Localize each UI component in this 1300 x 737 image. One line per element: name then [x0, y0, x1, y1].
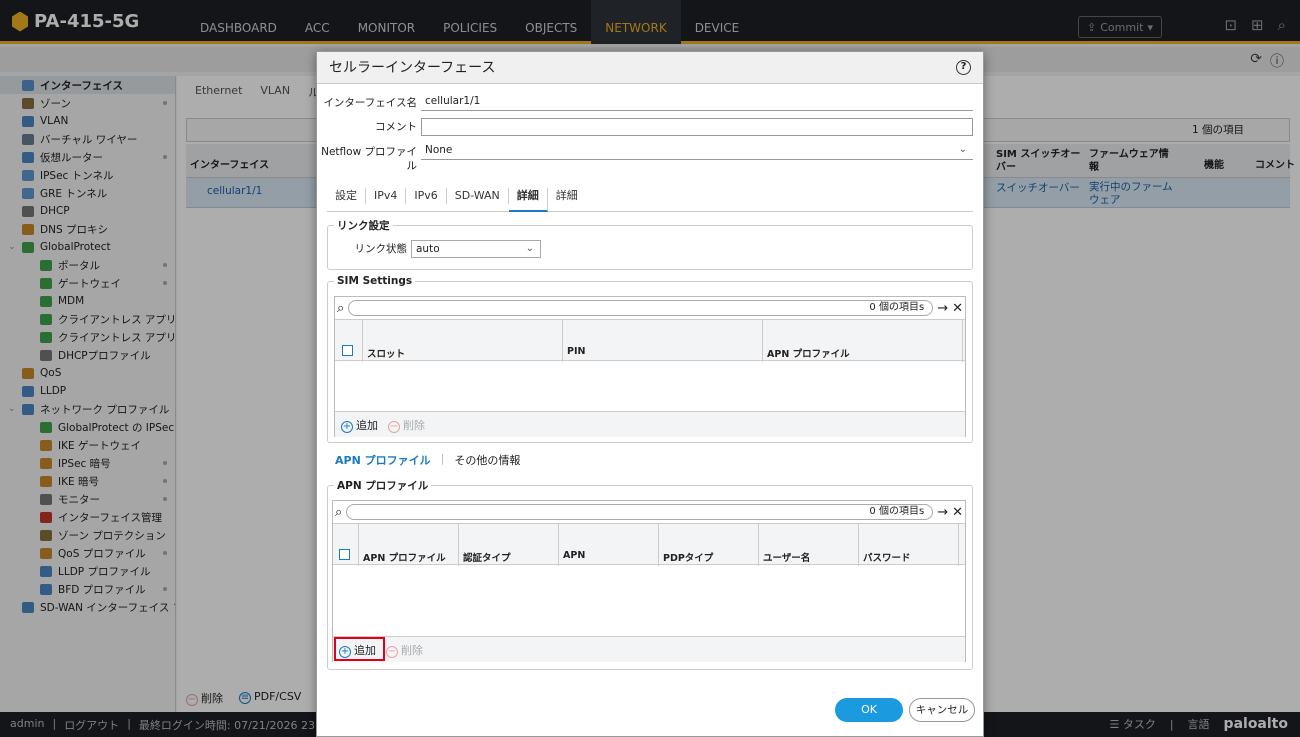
interface-name-field[interactable]: cellular1/1 — [421, 93, 973, 111]
subtab-apn-profile[interactable]: APN プロファイル — [335, 452, 431, 468]
sim-select-all[interactable] — [335, 320, 363, 362]
arrow-right-icon[interactable]: → — [937, 505, 948, 520]
netflow-select[interactable]: None ⌄ — [421, 142, 973, 160]
subtab-other-info[interactable]: その他の情報 — [454, 452, 520, 468]
link-state-value: auto — [416, 243, 440, 255]
dialog-title-bar: セルラーインターフェース ? — [317, 52, 983, 84]
close-icon[interactable]: ✕ — [952, 505, 963, 520]
dialog-tab[interactable]: 詳細 — [548, 188, 586, 204]
sim-grid-footer: + 追加 − 削除 — [335, 411, 965, 437]
link-settings-legend: リンク設定 — [337, 220, 390, 232]
search-icon: ⌕ — [335, 504, 343, 520]
netflow-value: None — [425, 144, 453, 156]
sim-grid-header: スロット PIN APN プロファイル — [335, 319, 965, 362]
minus-icon: − — [388, 420, 400, 433]
apn-col-auth[interactable]: 認証タイプ — [459, 524, 559, 566]
apn-col-password[interactable]: パスワード — [859, 524, 959, 566]
chevron-down-icon: ⌄ — [958, 144, 967, 155]
dialog-tabs: 設定 IPv4 IPv6 SD-WAN 詳細 詳細 — [327, 182, 973, 212]
dialog-title: セルラーインターフェース — [329, 60, 496, 76]
apn-col-apn[interactable]: APN — [559, 524, 659, 566]
link-state-select[interactable]: auto ⌄ — [411, 240, 541, 258]
sim-add-button[interactable]: + 追加 — [341, 417, 378, 433]
search-icon: ⌕ — [337, 300, 345, 316]
apn-col-profile[interactable]: APN プロファイル — [359, 524, 459, 566]
chevron-down-icon: ⌄ — [525, 243, 534, 254]
comment-label: コメント — [375, 121, 417, 133]
cellular-interface-dialog: セルラーインターフェース ? インターフェイス名 cellular1/1 コメン… — [316, 51, 984, 737]
sim-delete-button[interactable]: − 削除 — [388, 417, 425, 433]
add-button-highlight — [334, 637, 385, 661]
sim-col-apn[interactable]: APN プロファイル — [763, 320, 963, 362]
dialog-tab[interactable]: SD-WAN — [447, 188, 509, 204]
apn-grid: ⌕ 0 個の項目s → ✕ APN プロファイル 認証タイプ APN PDPタイ… — [332, 500, 966, 662]
sim-col-slot[interactable]: スロット — [363, 320, 563, 362]
apn-search-input[interactable]: 0 個の項目s — [346, 504, 934, 520]
ok-button[interactable]: OK — [835, 698, 903, 722]
apn-search[interactable]: ⌕ 0 個の項目s → ✕ — [335, 503, 963, 521]
apn-grid-header: APN プロファイル 認証タイプ APN PDPタイプ ユーザー名 パスワード — [333, 523, 965, 566]
apn-delete-button[interactable]: − 削除 — [386, 642, 423, 658]
sim-settings-legend: SIM Settings — [337, 275, 413, 287]
link-state-label: リンク状態 — [354, 243, 408, 255]
close-icon[interactable]: ✕ — [952, 301, 963, 316]
apn-profile-legend: APN プロファイル — [337, 480, 429, 492]
apn-col-user[interactable]: ユーザー名 — [759, 524, 859, 566]
sim-search-input[interactable]: 0 個の項目s — [348, 300, 934, 316]
interface-name-label: インターフェイス名 — [323, 97, 417, 109]
sim-search[interactable]: ⌕ 0 個の項目s → ✕ — [337, 299, 963, 317]
dialog-tab[interactable]: IPv6 — [406, 188, 447, 204]
cancel-button[interactable]: キャンセル — [909, 698, 975, 722]
question-icon[interactable]: ? — [956, 60, 971, 75]
sim-grid: ⌕ 0 個の項目s → ✕ スロット PIN APN プロファイル + 追加 − 削… — [334, 296, 966, 437]
netflow-label: Netflow プロファイ ル — [321, 146, 417, 172]
apn-select-all[interactable] — [333, 524, 359, 566]
plus-icon: + — [341, 420, 353, 433]
dialog-tab[interactable]: IPv4 — [366, 188, 407, 204]
apn-subtabs: APN プロファイル | その他の情報 — [335, 452, 521, 468]
apn-grid-footer: + 追加 − 削除 — [333, 636, 965, 662]
arrow-right-icon[interactable]: → — [937, 301, 948, 316]
dialog-tab[interactable]: 設定 — [327, 188, 366, 204]
checkbox[interactable] — [342, 345, 353, 356]
checkbox[interactable] — [339, 549, 350, 560]
apn-col-pdp[interactable]: PDPタイプ — [659, 524, 759, 566]
minus-icon: − — [386, 645, 398, 658]
sim-col-pin[interactable]: PIN — [563, 320, 763, 362]
dialog-tab[interactable]: 詳細 — [508, 188, 548, 212]
comment-field[interactable] — [421, 118, 973, 136]
